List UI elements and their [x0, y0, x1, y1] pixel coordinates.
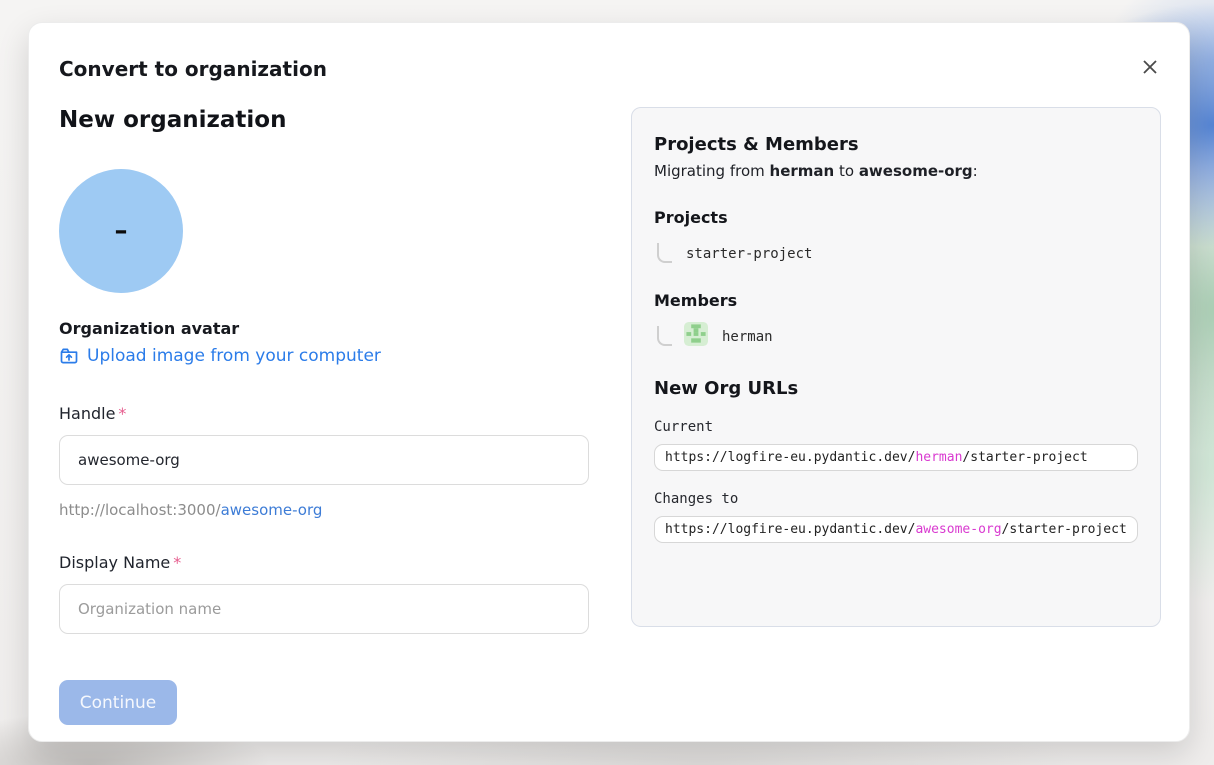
url-prefix: http://localhost:3000/: [59, 501, 221, 519]
organization-avatar: –: [59, 169, 183, 293]
display-name-input[interactable]: [59, 584, 589, 634]
tree-elbow-icon: [657, 243, 672, 263]
dialog-content: New organization – Organization avatar U…: [59, 107, 1159, 725]
upload-folder-icon: [59, 346, 79, 366]
member-list-item: herman: [654, 320, 1138, 346]
tree-elbow-icon: [657, 326, 672, 346]
members-heading: Members: [654, 291, 1138, 310]
current-url-value: https://logfire-eu.pydantic.dev/herman/s…: [654, 444, 1138, 471]
dialog-title: Convert to organization: [59, 57, 1159, 81]
migrating-to-handle: awesome-org: [859, 162, 973, 180]
required-asterisk: *: [173, 553, 181, 572]
projects-heading: Projects: [654, 208, 1138, 227]
changes-to-url-value: https://logfire-eu.pydantic.dev/awesome-…: [654, 516, 1138, 543]
project-name: starter-project: [686, 246, 812, 262]
url-handle: awesome-org: [221, 501, 323, 519]
display-name-label: Display Name*: [59, 553, 589, 572]
upload-image-link[interactable]: Upload image from your computer: [59, 346, 381, 366]
handle-url-preview: http://localhost:3000/awesome-org: [59, 501, 589, 519]
close-icon: [1140, 57, 1160, 77]
handle-label: Handle*: [59, 404, 589, 423]
convert-to-organization-dialog: Convert to organization New organization…: [28, 22, 1190, 742]
close-button[interactable]: [1130, 47, 1170, 87]
continue-button[interactable]: Continue: [59, 680, 177, 725]
new-org-urls-heading: New Org URLs: [654, 378, 1138, 399]
current-url-label: Current: [654, 419, 1138, 435]
project-list-item: starter-project: [654, 237, 1138, 263]
required-asterisk: *: [118, 404, 126, 423]
panel-heading: Projects & Members: [654, 134, 1138, 155]
member-name: herman: [722, 329, 773, 345]
changes-to-url-label: Changes to: [654, 491, 1138, 507]
new-organization-form: New organization – Organization avatar U…: [59, 107, 589, 725]
current-url-org-segment: herman: [915, 450, 962, 465]
avatar-initial: –: [115, 216, 128, 246]
handle-input[interactable]: [59, 435, 589, 485]
changes-url-org-segment: awesome-org: [915, 522, 1001, 537]
migrating-from-handle: herman: [770, 162, 835, 180]
upload-image-label: Upload image from your computer: [87, 346, 381, 366]
member-identicon-avatar: [684, 322, 708, 346]
projects-members-panel-wrap: Projects & Members Migrating from herman…: [631, 107, 1161, 725]
avatar-label: Organization avatar: [59, 319, 589, 338]
form-heading: New organization: [59, 107, 589, 133]
projects-members-panel: Projects & Members Migrating from herman…: [631, 107, 1161, 627]
migrating-summary: Migrating from herman to awesome-org:: [654, 162, 1138, 180]
